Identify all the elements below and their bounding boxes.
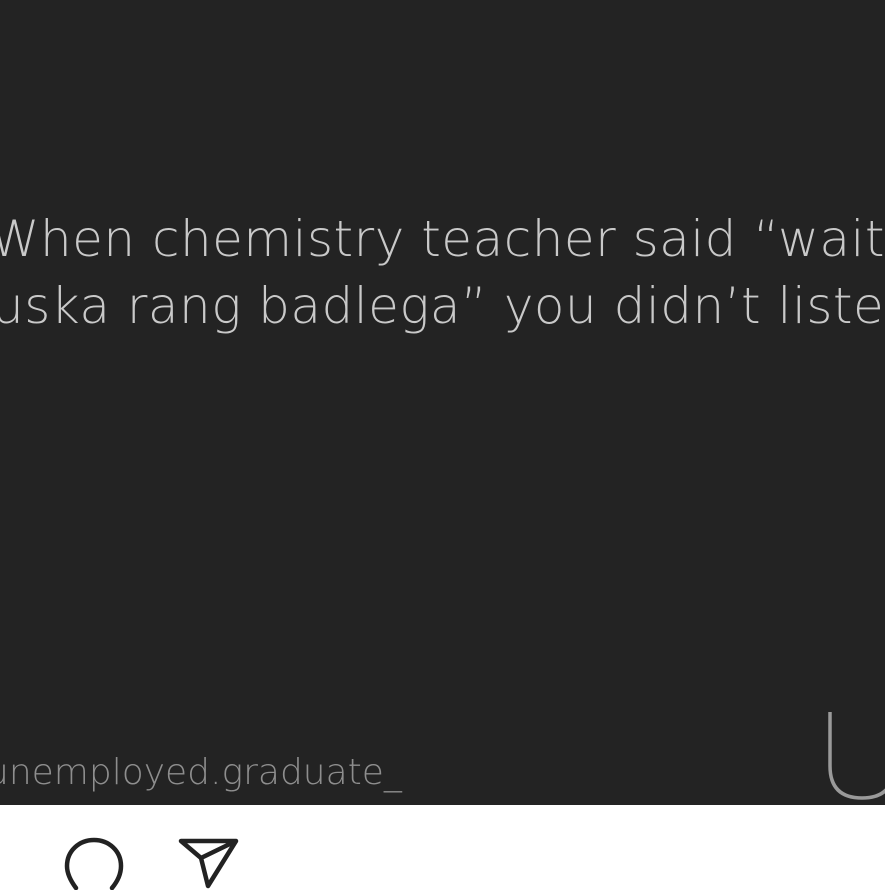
brand-logo-icon [828, 712, 885, 800]
caption-line-1: When chemistry teacher said “wait kar [0, 210, 885, 268]
share-icon[interactable] [176, 836, 242, 890]
action-bar [0, 805, 885, 890]
caption-line-2: uska rang badlega” you didn’t listen [0, 277, 885, 335]
author-handle: unemployed.graduate_ [0, 752, 402, 793]
heart-icon[interactable] [0, 836, 22, 890]
comment-icon[interactable] [62, 836, 126, 890]
post-image: When chemistry teacher said “wait kar us… [0, 0, 885, 805]
